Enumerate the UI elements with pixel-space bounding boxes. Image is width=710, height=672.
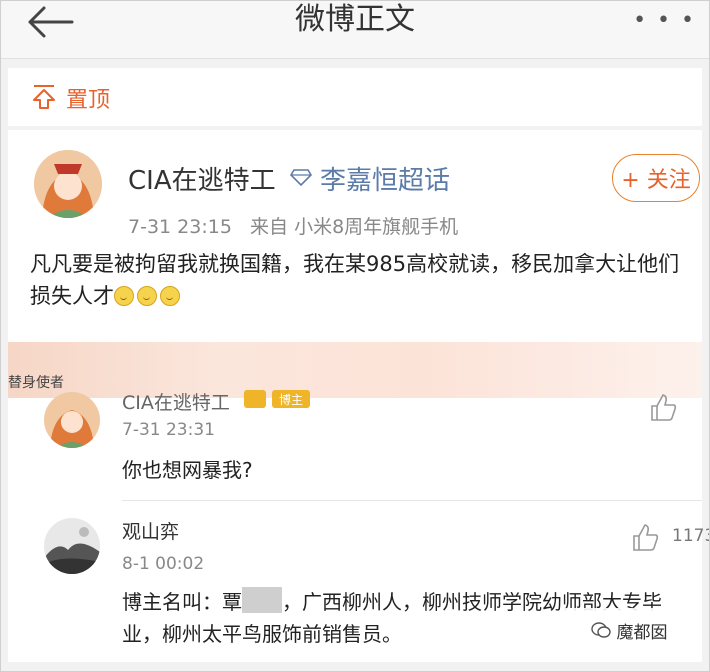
smile-emoji-icon	[160, 286, 180, 306]
smile-emoji-icon	[137, 286, 157, 306]
banner-label: 替身使者	[8, 375, 64, 391]
screen: 微博正文 • • • 置顶 CIA在逃特工 李嘉恒超话 + 关注 7-31 23…	[0, 0, 710, 672]
follow-button[interactable]: + 关注	[612, 154, 700, 202]
watermark: 魔都囡	[564, 608, 694, 652]
landscape-avatar-icon	[44, 518, 100, 574]
comment-author[interactable]: CIA在逃特工	[122, 388, 230, 415]
blogger-badge: 博主	[272, 390, 310, 408]
author-avatar[interactable]	[34, 150, 102, 218]
super-topic-diamond-icon	[290, 169, 312, 186]
comment-time: 8-1 00:02	[122, 554, 205, 574]
like-icon[interactable]	[648, 392, 678, 422]
post-meta: 7-31 23:15 来自 小米8周年旗舰手机	[128, 212, 458, 239]
super-topic-link[interactable]: 李嘉恒超话	[320, 160, 450, 197]
comment-avatar[interactable]	[44, 392, 100, 448]
post-source: 来自 小米8周年旗舰手机	[250, 216, 459, 238]
anime-avatar-icon	[34, 150, 102, 218]
author-name[interactable]: CIA在逃特工	[128, 160, 276, 197]
top-bar: 微博正文 • • •	[0, 0, 710, 59]
comment-text-part1: 博主名叫：覃	[122, 590, 242, 614]
wechat-icon	[590, 622, 611, 638]
comment-text-part3: 业，柳州太平鸟服饰前销售员。	[122, 622, 402, 646]
comment-avatar[interactable]	[44, 518, 100, 574]
page-title: 微博正文	[295, 2, 415, 37]
pin-top-icon	[33, 85, 55, 109]
member-badge-icon	[244, 390, 266, 408]
comment-text: 你也想网暴我?	[122, 458, 253, 482]
comment-time: 7-31 23:31	[122, 420, 215, 440]
decorative-banner	[8, 342, 702, 398]
more-icon[interactable]: • • •	[633, 8, 696, 33]
watermark-text: 魔都囡	[616, 622, 668, 643]
post-text: 凡凡要是被拘留我就换国籍，我在某985高校就读，移民加拿大让他们损失人才	[30, 248, 698, 312]
pinned-label: 置顶	[66, 88, 111, 113]
comment-author[interactable]: 观山弈	[122, 516, 179, 548]
pinned-header: 置顶	[8, 68, 702, 126]
comment-divider	[122, 500, 702, 501]
anime-avatar-icon	[44, 392, 100, 448]
like-icon[interactable]	[630, 522, 660, 552]
post-time: 7-31 23:15	[128, 216, 232, 238]
smile-emoji-icon	[114, 286, 134, 306]
post-card: CIA在逃特工 李嘉恒超话 + 关注 7-31 23:15 来自 小米8周年旗舰…	[8, 130, 702, 342]
redacted-block	[242, 587, 282, 613]
comments-list: CIA在逃特工 博主 7-31 23:31 你也想网暴我? 观山弈 1173 8…	[8, 390, 710, 662]
like-count: 1173	[672, 526, 710, 546]
